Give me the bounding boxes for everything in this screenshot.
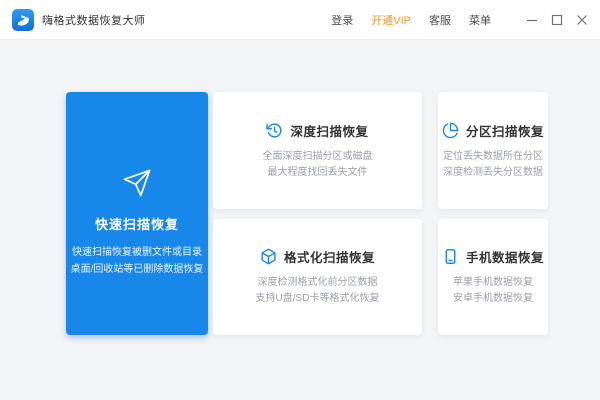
card-quick-scan[interactable]: 快速扫描恢复 快速扫描恢复被删文件或目录 桌面/回收站等已删除数据恢复: [66, 92, 208, 335]
login-link[interactable]: 登录: [331, 12, 353, 28]
deep-scan-desc: 全面深度扫描分区或磁盘 最大程度找回丢失文件: [263, 149, 373, 181]
phone-recovery-desc: 苹果手机数据恢复 安卓手机数据恢复: [453, 275, 533, 307]
phone-recovery-title: 手机数据恢复: [466, 247, 544, 266]
support-link[interactable]: 客服: [429, 12, 451, 28]
quick-scan-title: 快速扫描恢复: [95, 214, 179, 233]
title-bar-nav: 登录 开通VIP 客服 菜单: [331, 12, 590, 28]
minimize-icon[interactable]: [524, 12, 540, 28]
card-phone-recovery[interactable]: 手机数据恢复 苹果手机数据恢复 安卓手机数据恢复: [438, 219, 548, 335]
smartphone-icon: [442, 248, 459, 265]
card-deep-scan[interactable]: 深度扫描恢复 全面深度扫描分区或磁盘 最大程度找回丢失文件: [213, 92, 422, 209]
card-format-scan[interactable]: 格式化扫描恢复 深度检测格式化前分区数据 支持U盘/SD卡等格式化恢复: [213, 219, 422, 335]
brand: 嗨格式数据恢复大师: [12, 9, 146, 31]
window-controls: [515, 12, 590, 28]
pie-chart-icon: [442, 122, 459, 139]
vip-link[interactable]: 开通VIP: [371, 12, 411, 28]
menu-link[interactable]: 菜单: [469, 12, 491, 28]
maximize-icon[interactable]: [549, 12, 565, 28]
partition-scan-desc: 定位丢失数据所在分区 深度检测丢失分区数据: [443, 149, 543, 181]
history-clock-icon: [266, 122, 283, 139]
paper-plane-icon: [122, 168, 152, 198]
format-scan-title: 格式化扫描恢复: [284, 247, 375, 266]
card-partition-scan[interactable]: 分区扫描恢复 定位丢失数据所在分区 深度检测丢失分区数据: [438, 92, 548, 209]
app-title: 嗨格式数据恢复大师: [42, 12, 146, 28]
deep-scan-title: 深度扫描恢复: [290, 121, 368, 140]
title-bar: 嗨格式数据恢复大师 登录 开通VIP 客服 菜单: [0, 0, 600, 40]
quick-scan-desc: 快速扫描恢复被删文件或目录 桌面/回收站等已删除数据恢复: [71, 244, 204, 278]
partition-scan-title: 分区扫描恢复: [466, 121, 544, 140]
cube-icon: [260, 248, 277, 265]
app-logo-icon: [12, 9, 34, 31]
format-scan-desc: 深度检测格式化前分区数据 支持U盘/SD卡等格式化恢复: [256, 275, 380, 307]
close-icon[interactable]: [574, 12, 590, 28]
app-window: 嗨格式数据恢复大师 登录 开通VIP 客服 菜单: [0, 0, 600, 400]
